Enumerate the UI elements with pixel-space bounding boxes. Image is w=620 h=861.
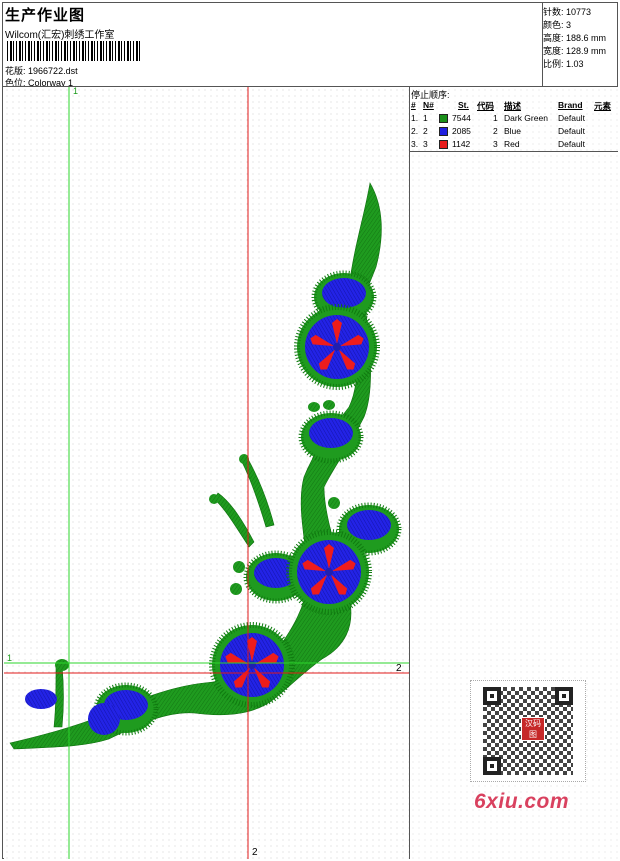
guide-label-green-top: 1	[73, 87, 79, 96]
stat-value: 128.9 mm	[566, 46, 607, 56]
guide-label-red-right: 2	[396, 663, 402, 674]
stat-width: 宽度: 128.9 mm	[543, 44, 606, 57]
color-swatch	[439, 114, 448, 123]
qr-code: 汉码图	[470, 680, 586, 782]
cell-brand: Default	[558, 113, 585, 123]
embroidery-preview	[4, 87, 409, 859]
cell-description: Dark Green	[504, 113, 548, 123]
cell-stitches: 1142	[452, 139, 471, 149]
table-row[interactable]: 3. 3 1142 3 Red Default	[410, 138, 618, 151]
stat-value: 188.6 mm	[566, 33, 607, 43]
cell-code: 1	[493, 113, 498, 123]
qr-finder	[483, 757, 501, 775]
company-name: Wilcom(汇宏)刺绣工作室	[5, 30, 115, 41]
stat-stitches: 针数: 10773	[543, 5, 591, 18]
col-code: 代码	[477, 101, 495, 111]
table-row[interactable]: 1. 1 7544 1 Dark Green Default	[410, 112, 618, 125]
stat-colors: 颜色: 3	[543, 18, 571, 31]
design-label: 花版:	[5, 66, 26, 76]
design-canvas[interactable]: 1 1 2 2	[4, 87, 410, 859]
cell-code: 3	[493, 139, 498, 149]
col-stitches: St.	[458, 100, 469, 110]
cell-code: 2	[493, 126, 498, 136]
stat-label: 颜色:	[543, 20, 564, 30]
qr-finder	[555, 687, 573, 705]
col-element: 元素	[594, 101, 612, 111]
qr-stamp-logo: 汉码图	[521, 717, 545, 741]
cell-no: 3	[423, 139, 428, 149]
stat-height: 高度: 188.6 mm	[543, 31, 606, 44]
stat-value: 10773	[566, 7, 592, 17]
col-brand: Brand	[558, 100, 583, 110]
stat-label: 比例:	[543, 59, 564, 69]
guide-label-green-left: 1	[7, 653, 13, 663]
design-value: 1966722.dst	[28, 66, 78, 76]
qr-finder	[483, 687, 501, 705]
col-no: N#	[423, 100, 434, 110]
cell-description: Red	[504, 139, 520, 149]
stat-scale: 比例: 1.03	[543, 57, 584, 70]
col-num: #	[411, 100, 416, 110]
header-left: 生产作业图 Wilcom(汇宏)刺绣工作室 花版: 1966722.dst 色位…	[5, 4, 535, 88]
stat-value: 1.03	[566, 59, 584, 69]
cell-num: 1.	[411, 113, 419, 123]
watermark-logo: 6xiu.com	[474, 790, 570, 813]
stat-value: 3	[566, 20, 572, 30]
stat-label: 针数:	[543, 7, 564, 17]
cell-brand: Default	[558, 139, 585, 149]
color-swatch	[439, 140, 448, 149]
cell-description: Blue	[504, 126, 522, 136]
table-header: # N# St. 代码 描述 Brand 元素	[410, 99, 618, 112]
col-description: 描述	[504, 101, 522, 111]
table-row[interactable]: 2. 2 2085 2 Blue Default	[410, 125, 618, 138]
stats-panel: 针数: 10773 颜色: 3 高度: 188.6 mm 宽度: 128.9 m…	[542, 2, 619, 86]
barcode-image	[7, 41, 142, 61]
page-title: 生产作业图	[5, 7, 86, 24]
cell-stitches: 2085	[452, 126, 471, 136]
cell-brand: Default	[558, 126, 585, 136]
cell-no: 2	[423, 126, 428, 136]
cell-num: 3.	[411, 139, 419, 149]
cell-stitches: 7544	[452, 113, 471, 123]
cell-no: 1	[423, 113, 428, 123]
stat-label: 宽度:	[543, 46, 564, 56]
guide-label-red-bottom: 2	[252, 847, 258, 858]
stat-label: 高度:	[543, 33, 564, 43]
color-swatch	[439, 127, 448, 136]
stop-sequence-table: # N# St. 代码 描述 Brand 元素 1. 1 7544 1 Dark…	[410, 99, 618, 152]
cell-num: 2.	[411, 126, 419, 136]
